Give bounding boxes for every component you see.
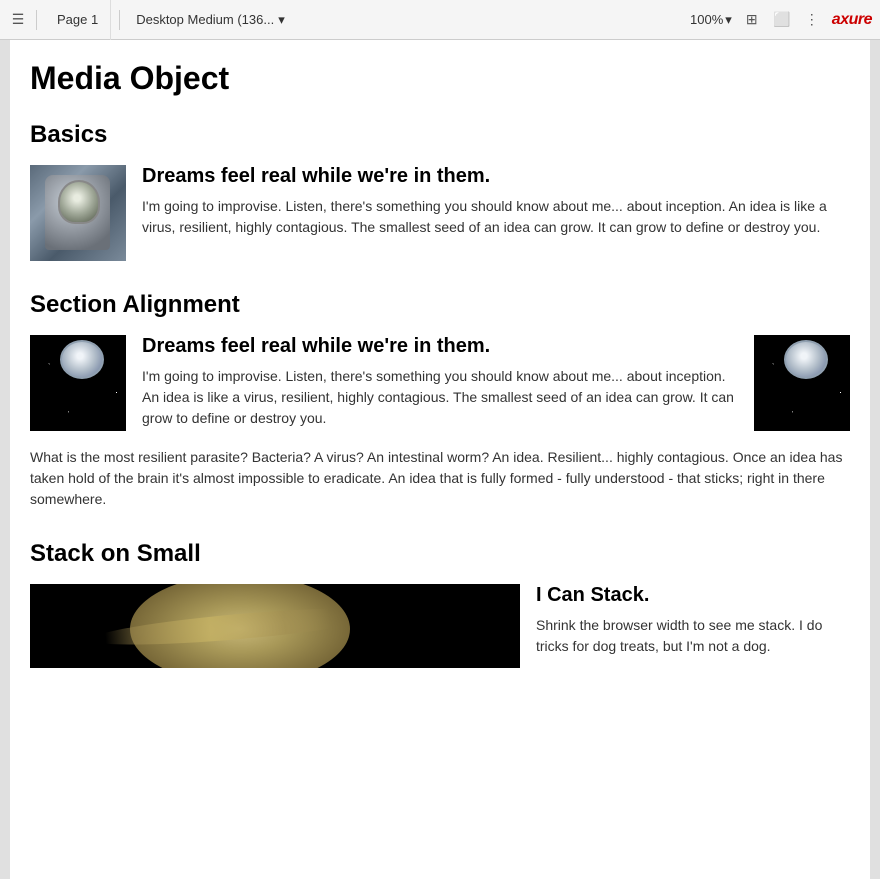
toolbar-separator-1: [36, 10, 37, 30]
spacewalk-image-left: [30, 335, 126, 431]
media-image-spacewalk-right: [754, 335, 850, 431]
canvas: Media Object Basics Dreams feel real whi…: [0, 40, 880, 879]
stack-heading: I Can Stack.: [536, 584, 850, 607]
section-title-alignment: Section Alignment: [30, 291, 850, 319]
spacewalk-bg-right: [754, 335, 850, 431]
viewport-label: Desktop Medium (136...: [136, 12, 274, 27]
media-heading-basics: Dreams feel real while we're in them.: [142, 165, 850, 188]
viewport-selector[interactable]: Desktop Medium (136... ▾: [128, 12, 293, 28]
saturn-image: [30, 584, 520, 668]
media-body-basics: Dreams feel real while we're in them. I'…: [142, 165, 850, 261]
page-tab-label: Page 1: [57, 12, 98, 27]
axure-logo: axure: [832, 11, 872, 29]
toolbar-left: ☰ Page 1 Desktop Medium (136... ▾: [8, 0, 682, 40]
media-text-basics: I'm going to improvise. Listen, there's …: [142, 196, 850, 238]
zoom-label: 100%: [690, 12, 723, 27]
page-tab[interactable]: Page 1: [45, 0, 111, 40]
stack-media-object: I Can Stack. Shrink the browser width to…: [30, 584, 850, 668]
media-object-aligned: Dreams feel real while we're in them. I'…: [30, 335, 850, 431]
stack-media-body: I Can Stack. Shrink the browser width to…: [536, 584, 850, 668]
spacewalk-bg: [30, 335, 126, 431]
media-image-basics: [30, 165, 126, 261]
viewport-chevron-icon: ▾: [278, 12, 285, 28]
stack-text: Shrink the browser width to see me stack…: [536, 615, 850, 657]
additional-text-alignment: What is the most resilient parasite? Bac…: [30, 447, 850, 510]
media-heading-alignment: Dreams feel real while we're in them.: [142, 335, 738, 358]
zoom-chevron-icon: ▾: [725, 12, 732, 28]
page-title: Media Object: [30, 60, 850, 97]
media-image-spacewalk: [30, 335, 126, 431]
media-body-alignment: Dreams feel real while we're in them. I'…: [142, 335, 738, 431]
toolbar-right: 100% ▾ ⊞ ⬜ ⋮ axure: [690, 10, 872, 30]
zoom-selector[interactable]: 100% ▾: [690, 12, 732, 28]
page-content: Media Object Basics Dreams feel real whi…: [10, 40, 870, 879]
frame-icon[interactable]: ⬜: [772, 10, 792, 30]
toolbar-separator-2: [119, 10, 120, 30]
media-text-alignment: I'm going to improvise. Listen, there's …: [142, 366, 738, 429]
astronaut-suit-image: [30, 165, 126, 261]
media-object-basics: Dreams feel real while we're in them. I'…: [30, 165, 850, 261]
hamburger-icon[interactable]: ☰: [8, 10, 28, 30]
spacewalk-image-right: [754, 335, 850, 431]
stack-image-container: [30, 584, 520, 668]
more-icon[interactable]: ⋮: [802, 10, 822, 30]
toolbar: ☰ Page 1 Desktop Medium (136... ▾ 100% ▾…: [0, 0, 880, 40]
section-title-stack: Stack on Small: [30, 540, 850, 568]
grid-icon[interactable]: ⊞: [742, 10, 762, 30]
section-title-basics: Basics: [30, 121, 850, 149]
